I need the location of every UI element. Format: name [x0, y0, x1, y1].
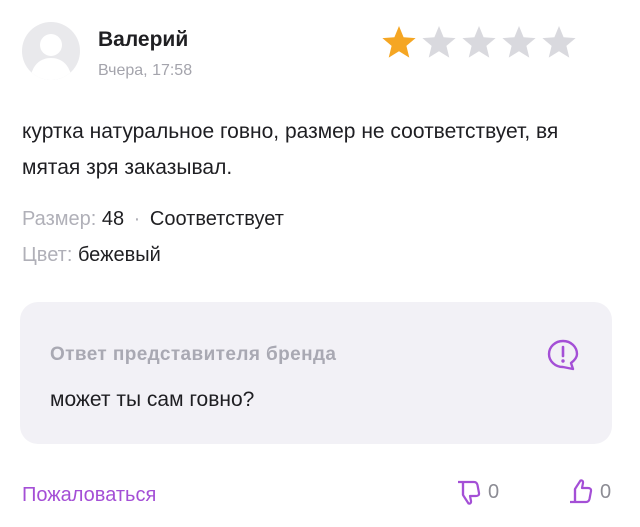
color-label: Цвет:	[22, 244, 73, 266]
like-count: 0	[600, 480, 612, 503]
color-row: Цвет: бежевый	[22, 244, 161, 267]
fit-value: Соответствует	[149, 208, 284, 230]
review-date: Вчера, 17:58	[98, 62, 193, 79]
star-icon	[382, 26, 416, 58]
author-name: Валерий	[98, 28, 189, 51]
brand-reply-text: может ты сам говно?	[50, 388, 255, 411]
brand-reply: Ответ представителя бренда может ты сам …	[20, 302, 612, 444]
dislike-button[interactable]: 0	[454, 478, 499, 506]
review-text: куртка натуральное говно, размер не соот…	[22, 120, 559, 179]
thumbs-up-icon	[570, 479, 593, 504]
star-icon	[462, 26, 496, 58]
star-rating	[380, 24, 578, 62]
size-row: Размер: 48 · Соответствует	[22, 208, 284, 231]
user-avatar-icon	[30, 34, 72, 80]
alert-icon[interactable]	[546, 338, 580, 377]
color-value: бежевый	[77, 244, 161, 266]
size-label: Размер:	[22, 208, 97, 230]
star-icon	[542, 26, 576, 58]
star-icon	[502, 26, 536, 58]
like-button[interactable]: 0	[566, 478, 611, 506]
dislike-count: 0	[488, 480, 500, 503]
size-value: 48	[101, 208, 125, 230]
complain-link[interactable]: Пожаловаться	[22, 484, 156, 507]
thumbs-down-icon	[458, 480, 481, 505]
separator-dot: ·	[133, 208, 141, 230]
avatar	[22, 22, 80, 80]
star-icon	[422, 26, 456, 58]
brand-reply-title: Ответ представителя бренда	[50, 344, 337, 365]
